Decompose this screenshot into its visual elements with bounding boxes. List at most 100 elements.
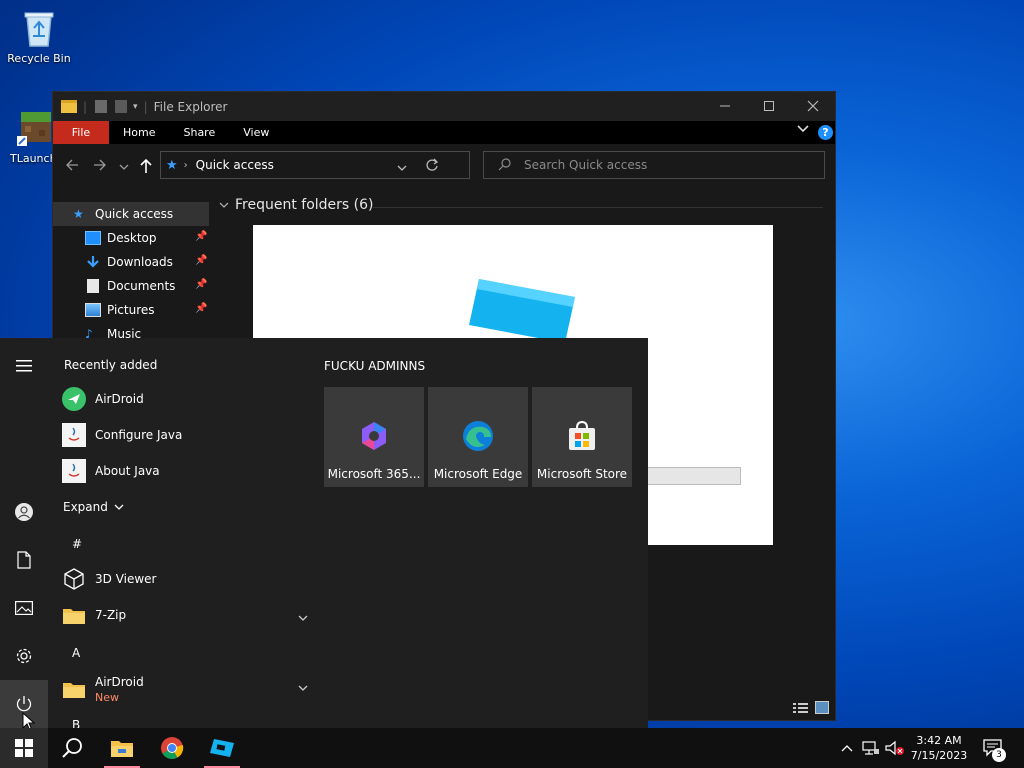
app-7zip[interactable]: 7-Zip <box>62 597 308 633</box>
quick-access-star-icon: ★ <box>73 207 84 221</box>
store-icon <box>569 420 595 450</box>
tile-microsoft-365[interactable]: Microsoft 365... <box>324 387 424 487</box>
section-title: Frequent folders (6) <box>235 197 374 213</box>
app-3d-viewer[interactable]: 3D Viewer <box>62 561 308 597</box>
taskbar-roblox[interactable] <box>198 728 246 768</box>
pin-icon: 📌 <box>195 255 208 266</box>
app-airdroid-recent[interactable]: AirDroid <box>62 381 308 417</box>
address-bar[interactable]: ★ › Quick access <box>160 151 470 179</box>
document-icon <box>17 551 31 569</box>
refresh-icon[interactable] <box>425 158 439 175</box>
start-button[interactable] <box>0 728 48 768</box>
expand-button[interactable]: Expand <box>63 500 124 514</box>
volume-button[interactable] <box>884 728 906 768</box>
chevron-down-icon <box>114 500 124 514</box>
nav-item-desktop[interactable]: Desktop 📌 <box>53 226 209 250</box>
tlauncher-icon <box>15 108 55 148</box>
taskbar-file-explorer[interactable] <box>98 728 146 768</box>
navigation-pane: ★ Quick access Desktop 📌 Downloads 📌 Doc… <box>53 202 209 346</box>
nav-item-label: Quick access <box>95 207 174 221</box>
app-airdroid-folder[interactable]: AirDroid New <box>62 669 308 709</box>
large-icons-view-icon[interactable] <box>815 701 829 717</box>
tile-microsoft-store[interactable]: Microsoft Store <box>532 387 632 487</box>
pin-icon: 📌 <box>195 279 208 290</box>
search-icon <box>498 157 512 174</box>
tab-share[interactable]: Share <box>169 121 229 144</box>
desktop-icon-recycle-bin[interactable]: Recycle Bin <box>4 8 74 65</box>
details-view-icon[interactable] <box>793 702 809 717</box>
letter-header-b[interactable]: B <box>72 718 80 728</box>
app-label: AirDroid <box>95 674 144 689</box>
action-center-button[interactable]: 3 <box>978 728 1008 768</box>
nav-item-downloads[interactable]: Downloads 📌 <box>53 250 209 274</box>
nav-item-pictures[interactable]: Pictures 📌 <box>53 298 209 322</box>
java-icon <box>62 459 86 483</box>
clock-date: 7/15/2023 <box>910 749 968 762</box>
up-icon[interactable] <box>139 158 153 177</box>
tile-label: Microsoft Edge <box>433 467 523 481</box>
nav-item-label: Documents <box>107 279 176 293</box>
tab-home[interactable]: Home <box>109 121 169 144</box>
app-configure-java[interactable]: Configure Java <box>62 417 308 453</box>
customize-toolbar-icon[interactable]: ▾ <box>133 102 138 112</box>
progress-bar <box>633 467 741 485</box>
expand-ribbon-icon[interactable] <box>797 124 809 137</box>
tab-view[interactable]: View <box>229 121 283 144</box>
window-title: File Explorer <box>153 99 228 114</box>
pictures-icon <box>85 303 101 317</box>
user-icon <box>15 503 33 521</box>
search-button[interactable] <box>48 728 96 768</box>
app-label: 3D Viewer <box>95 572 157 586</box>
folder-icon <box>62 603 86 627</box>
tile-microsoft-edge[interactable]: Microsoft Edge <box>428 387 528 487</box>
back-icon[interactable] <box>65 158 79 175</box>
new-folder-icon[interactable] <box>115 100 128 113</box>
address-dropdown-icon[interactable] <box>397 161 407 175</box>
maximize-button[interactable] <box>761 98 777 114</box>
titlebar-separator: | <box>143 99 148 114</box>
pin-icon: 📌 <box>195 303 208 314</box>
clock[interactable]: 3:42 AM 7/15/2023 <box>906 728 972 768</box>
letter-header-a[interactable]: A <box>72 646 80 660</box>
3d-viewer-icon <box>62 567 86 591</box>
letter-header-hash[interactable]: # <box>72 537 82 551</box>
app-about-java[interactable]: About Java <box>62 453 308 489</box>
breadcrumb-chevron-icon: › <box>183 159 188 171</box>
nav-item-label: Desktop <box>107 231 157 245</box>
properties-icon[interactable] <box>95 100 108 113</box>
search-input[interactable]: Search Quick access <box>524 158 647 172</box>
explorer-titlebar: | ▾ | File Explorer <box>53 92 835 121</box>
forward-icon[interactable] <box>93 158 107 175</box>
close-button[interactable] <box>805 98 821 114</box>
start-menu-expand-button[interactable] <box>0 342 48 390</box>
tab-file[interactable]: File <box>53 121 109 144</box>
settings-button[interactable] <box>0 632 48 680</box>
documents-button[interactable] <box>0 536 48 584</box>
app-label-group: AirDroid New <box>95 675 144 704</box>
minimize-button[interactable] <box>717 98 733 114</box>
folder-icon <box>62 677 86 701</box>
account-button[interactable] <box>0 488 48 536</box>
folder-icon <box>111 741 133 757</box>
gear-icon <box>16 648 32 664</box>
chevron-down-icon[interactable] <box>298 681 308 695</box>
network-icon <box>862 741 879 755</box>
taskbar-chrome[interactable] <box>148 728 196 768</box>
nav-item-quick-access[interactable]: ★ Quick access <box>53 202 209 226</box>
frequent-folders-header[interactable]: Frequent folders (6) <box>219 197 374 213</box>
app-list: Recently added AirDroid Configure Java A… <box>48 338 310 728</box>
nav-item-label: Downloads <box>107 255 173 269</box>
tile-group-title[interactable]: FUCKU ADMINNS <box>324 359 425 373</box>
roblox-studio-icon <box>210 739 234 757</box>
edge-icon <box>463 421 493 451</box>
search-box[interactable]: Search Quick access <box>483 151 825 179</box>
titlebar-separator: | <box>83 99 88 114</box>
help-icon[interactable]: ? <box>818 125 833 140</box>
chevron-down-icon[interactable] <box>298 611 308 625</box>
network-button[interactable] <box>860 728 882 768</box>
nav-item-documents[interactable]: Documents 📌 <box>53 274 209 298</box>
chevron-up-icon <box>841 745 853 752</box>
recent-locations-icon[interactable] <box>119 160 129 174</box>
pictures-button[interactable] <box>0 584 48 632</box>
show-hidden-icons-button[interactable] <box>838 728 856 768</box>
